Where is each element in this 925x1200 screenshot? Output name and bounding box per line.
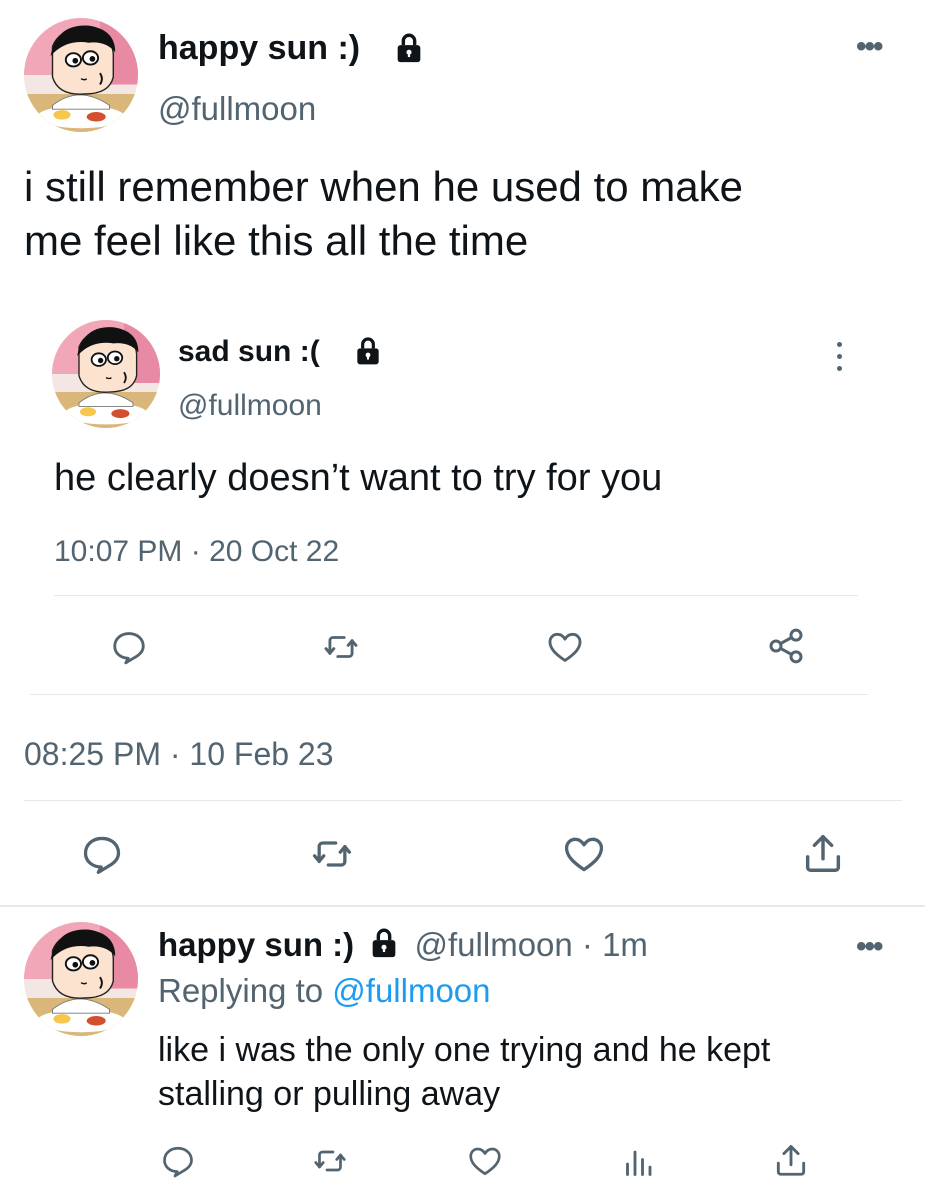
divider xyxy=(24,800,902,801)
lock-icon xyxy=(352,335,384,367)
replying-handle-link[interactable]: @fullmoon xyxy=(332,972,490,1009)
reply-text-line: like i was the only one trying and he ke… xyxy=(158,1031,771,1069)
reply-icon[interactable] xyxy=(160,1143,196,1179)
more-vertical-icon[interactable] xyxy=(834,340,844,376)
share-icon[interactable] xyxy=(766,626,806,666)
tweet-text-line: me feel like this all the time xyxy=(24,217,529,264)
timestamp[interactable]: 10:07 PM · 20 Oct 22 xyxy=(54,534,339,570)
more-icon[interactable]: ••• xyxy=(856,932,883,962)
share-icon[interactable] xyxy=(800,830,846,876)
heart-icon[interactable] xyxy=(546,628,584,666)
tweet-text-line: i still remember when he used to make xyxy=(24,163,743,210)
avatar[interactable] xyxy=(24,922,138,1036)
lock-icon xyxy=(392,31,426,65)
handle[interactable]: @fullmoon xyxy=(158,89,316,129)
divider xyxy=(54,595,858,596)
divider xyxy=(30,694,868,695)
handle-time[interactable]: @fullmoon · 1m xyxy=(415,926,648,963)
heart-icon[interactable] xyxy=(562,832,606,876)
avatar[interactable] xyxy=(24,18,138,132)
heart-icon[interactable] xyxy=(467,1143,503,1179)
retweet-icon[interactable] xyxy=(322,628,360,666)
timestamp[interactable]: 08:25 PM · 10 Feb 23 xyxy=(24,735,334,773)
divider xyxy=(0,905,925,907)
display-name[interactable]: sad sun :( xyxy=(178,334,320,370)
reply-icon[interactable] xyxy=(80,832,124,876)
reply-header: happy sun :) @fullmoon · 1m xyxy=(158,925,648,965)
retweet-icon[interactable] xyxy=(310,832,354,876)
display-name[interactable]: happy sun :) xyxy=(158,28,360,68)
analytics-icon[interactable] xyxy=(620,1143,656,1179)
lock-icon xyxy=(367,926,401,960)
share-icon[interactable] xyxy=(772,1141,810,1179)
avatar[interactable] xyxy=(52,320,160,428)
retweet-icon[interactable] xyxy=(312,1143,348,1179)
handle[interactable]: @fullmoon xyxy=(178,388,322,424)
quoted-tweet-text: he clearly doesn’t want to try for you xyxy=(54,457,663,499)
display-name[interactable]: happy sun :) xyxy=(158,926,354,963)
reply-icon[interactable] xyxy=(110,628,148,666)
replying-to: Replying to @fullmoon xyxy=(158,970,491,1012)
reply-text-line: stalling or pulling away xyxy=(158,1075,501,1113)
replying-prefix: Replying to xyxy=(158,972,324,1009)
more-icon[interactable]: ••• xyxy=(856,32,883,62)
